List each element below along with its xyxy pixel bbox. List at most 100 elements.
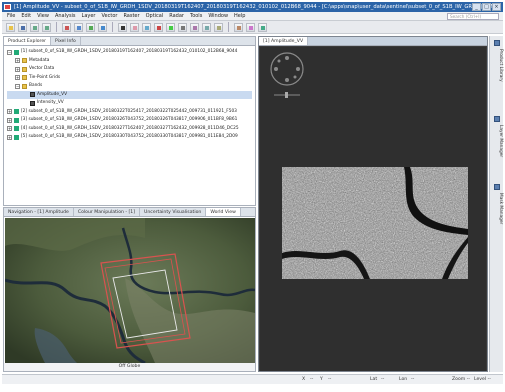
pan-tool-button[interactable]	[130, 22, 139, 32]
product-tree: − [1] subset_0_of_S1B_IW_GRDH_1SDV_20180…	[4, 46, 255, 144]
band-maths-button[interactable]	[62, 22, 71, 32]
zoom-slider-handle[interactable]	[285, 92, 288, 98]
status-lon-value: --	[411, 377, 415, 382]
minimize-button[interactable]: _	[472, 3, 481, 11]
zoom-tool-button[interactable]	[142, 22, 151, 32]
information-button[interactable]	[98, 22, 107, 32]
menu-layer[interactable]: Layer	[82, 13, 96, 19]
pin-tool-button[interactable]	[154, 22, 163, 32]
menu-view[interactable]: View	[37, 13, 49, 19]
undo-button[interactable]	[30, 22, 39, 32]
folder-icon	[22, 66, 27, 72]
expand-icon[interactable]: +	[7, 117, 12, 123]
close-button[interactable]: ×	[492, 3, 501, 11]
wand-icon	[249, 25, 253, 30]
pan-left-icon[interactable]	[274, 67, 278, 71]
tab-mask-manager[interactable]: Mask Manager	[491, 184, 503, 244]
tab-pixel-info[interactable]: Pixel Info	[51, 37, 81, 45]
draw-polygon-button[interactable]	[202, 22, 211, 32]
magnifier-icon	[145, 25, 149, 30]
tree-vector-data[interactable]: + Vector Data	[7, 65, 252, 74]
tree-bands[interactable]: − Bands	[7, 82, 252, 91]
tab-product-library[interactable]: Product Library	[491, 40, 503, 110]
collapse-icon[interactable]: −	[7, 49, 12, 55]
mask-icon	[494, 184, 500, 190]
rotate-icon[interactable]	[293, 75, 297, 79]
toolbar-separator	[112, 22, 113, 32]
menu-optical[interactable]: Optical	[146, 13, 164, 19]
folder-icon	[22, 75, 27, 81]
folder-icon	[22, 58, 27, 64]
menu-file[interactable]: File	[7, 13, 15, 19]
library-icon	[494, 40, 500, 46]
product-explorer-panel: Product Explorer Pixel Info − [1] subset…	[3, 36, 256, 206]
tree-product-2[interactable]: + [2] subset_0_of_S1B_IW_GRDH_1SDV_20180…	[7, 108, 252, 117]
status-y-label: Y	[320, 377, 323, 382]
expand-icon[interactable]: +	[15, 75, 20, 81]
rotate-icon[interactable]	[277, 59, 281, 63]
tab-navigation[interactable]: Navigation - [1] Amplitude	[4, 208, 74, 216]
expand-icon[interactable]: +	[7, 126, 12, 132]
draw-ellipse-button[interactable]	[214, 22, 223, 32]
menu-raster[interactable]: Raster	[123, 13, 139, 19]
product-icon	[14, 49, 19, 55]
status-y-value: --	[328, 377, 332, 382]
toolbar-separator	[56, 22, 57, 32]
histogram-button[interactable]	[74, 22, 83, 32]
menu-vector[interactable]: Vector	[102, 13, 118, 19]
tab-colour-manipulation[interactable]: Colour Manipulation - [1]	[74, 208, 141, 216]
expand-icon[interactable]: +	[7, 134, 12, 140]
tree-product-1[interactable]: − [1] subset_0_of_S1B_IW_GRDH_1SDV_20180…	[7, 48, 252, 57]
gcp-tool-button[interactable]	[166, 22, 175, 32]
tree-metadata[interactable]: + Metadata	[7, 57, 252, 66]
world-map-button[interactable]	[258, 22, 267, 32]
select-tool-button[interactable]	[118, 22, 127, 32]
tab-layer-manager[interactable]: Layer Manager	[491, 116, 503, 178]
save-product-button[interactable]	[18, 22, 27, 32]
draw-rectangle-button[interactable]	[190, 22, 199, 32]
world-view-map[interactable]	[5, 218, 255, 363]
menu-radar[interactable]: Radar	[169, 13, 184, 19]
expand-icon[interactable]: +	[15, 66, 20, 72]
tree-tie-point-grids[interactable]: + Tie-Point Grids	[7, 74, 252, 83]
maximize-button[interactable]: □	[482, 3, 491, 11]
open-product-button[interactable]	[6, 22, 15, 32]
tab-world-view[interactable]: World View	[206, 208, 241, 216]
pan-right-icon[interactable]	[296, 67, 300, 71]
pointer-icon	[121, 25, 125, 30]
statistics-button[interactable]	[86, 22, 95, 32]
menu-window[interactable]: Window	[208, 13, 228, 19]
expand-icon[interactable]: +	[7, 109, 12, 115]
ruler-icon	[237, 25, 241, 30]
image-viewport[interactable]	[260, 47, 486, 371]
menu-tools[interactable]: Tools	[190, 13, 202, 19]
tree-product-3[interactable]: + [3] subset_0_of_S1B_IW_GRDH_1SDV_20180…	[7, 116, 252, 125]
draw-line-button[interactable]	[178, 22, 187, 32]
magic-wand-button[interactable]	[246, 22, 255, 32]
product-icon	[14, 126, 19, 132]
tab-amplitude-vv[interactable]: [1] Amplitude_VV	[259, 37, 309, 45]
tab-product-explorer[interactable]: Product Explorer	[4, 37, 52, 45]
status-lat-value: --	[381, 377, 385, 382]
tree-product-5[interactable]: + [5] subset_0_of_S1B_IW_GRDH_1SDV_20180…	[7, 133, 252, 142]
save-icon	[21, 25, 25, 30]
collapse-icon[interactable]: −	[15, 83, 20, 89]
navigation-control[interactable]	[270, 52, 304, 98]
search-input[interactable]: Search (Ctrl+I)	[447, 13, 499, 20]
tab-uncertainty-visualisation[interactable]: Uncertainty Visualisation	[140, 208, 207, 216]
menu-analysis[interactable]: Analysis	[55, 13, 76, 19]
pan-down-icon[interactable]	[285, 78, 289, 82]
tree-product-4[interactable]: + [4] subset_0_of_S1B_IW_GRDH_1SDV_20180…	[7, 125, 252, 134]
menu-edit[interactable]: Edit	[21, 13, 31, 19]
tree-item-label: Metadata	[29, 57, 50, 63]
tree-band-intensity-vv[interactable]: Intensity_VV	[7, 99, 252, 108]
redo-button[interactable]	[42, 22, 51, 32]
range-finder-button[interactable]	[234, 22, 243, 32]
ellipse-icon	[217, 25, 221, 30]
expand-icon[interactable]: +	[15, 58, 20, 64]
product-icon	[14, 109, 19, 115]
tree-item-label: Intensity_VV	[37, 100, 64, 105]
tree-band-amplitude-vv[interactable]: Amplitude_VV	[7, 90, 252, 99]
pan-up-icon[interactable]	[285, 56, 289, 60]
menu-help[interactable]: Help	[234, 13, 245, 19]
